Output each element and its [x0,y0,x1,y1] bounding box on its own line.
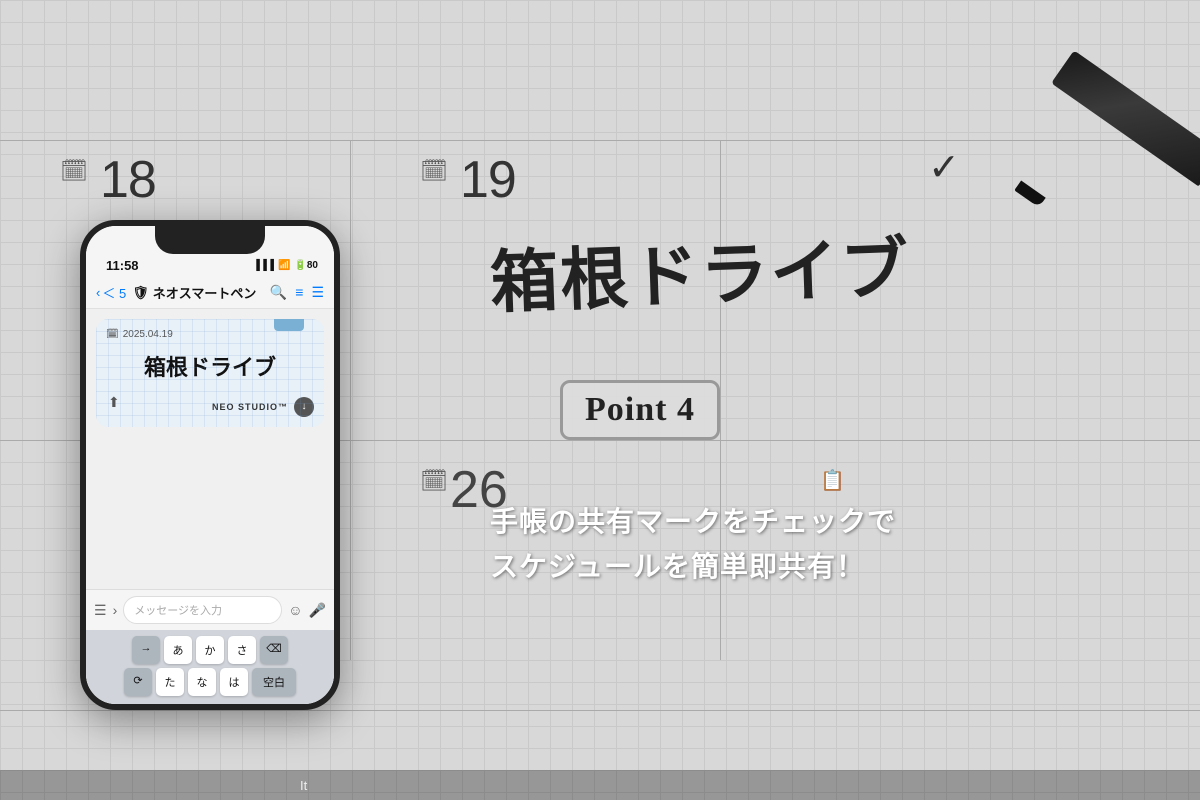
note-card: 🗓 2025.04.19 箱根ドライブ ⬆ NEO STUDIO™ ↓ [96,319,324,427]
bottom-text-label: It [300,778,307,793]
kb-key-a[interactable]: あ [164,636,192,664]
cal-icon-18: 🗓 [60,158,88,184]
mic-icon[interactable]: 🎤 [309,602,326,619]
keyboard: → あ か さ ⌫ ⟳ た な は 空白 [86,630,334,704]
arrow-icon[interactable]: › [113,602,118,618]
kb-key-sa[interactable]: さ [228,636,256,664]
emoji-icon[interactable]: ☺ [288,602,302,618]
wifi-icon: 📶 [278,260,290,271]
kb-key-undo[interactable]: ⟳ [124,668,152,696]
menu-icon[interactable]: ☰ [311,284,324,301]
phone-screen: 11:58 ▐▐▐ 📶 🔋80 ‹ ＜ 5 🛡 ネオスマートペン [86,226,334,704]
phone-notch [155,226,265,254]
cal-date-18: 18 [100,150,156,210]
kb-key-ta[interactable]: た [156,668,184,696]
point-badge: Point 4 [560,380,720,440]
signal-icon: ▐▐▐ [253,260,274,271]
phone-mockup: 11:58 ▐▐▐ 📶 🔋80 ‹ ＜ 5 🛡 ネオスマートペン [80,220,340,710]
status-time: 11:58 [106,258,139,273]
app-nav: ‹ ＜ 5 🛡 ネオスマートペン 🔍 ≡ ☰ [86,277,334,309]
kb-row-2: ⟳ た な は 空白 [90,668,330,696]
note-card-footer: NEO STUDIO™ ↓ [106,397,314,417]
description-line2: スケジュールを簡単即共有！ [490,545,896,590]
calendar-icon-note: 🗓 [106,329,119,340]
pen-tip [1014,180,1045,207]
note-tab [274,319,304,331]
nav-back[interactable]: ‹ ＜ 5 [96,283,126,302]
handwritten-text-large: 箱根ドライブ [488,213,911,327]
cal-date-19: 19 [460,150,516,210]
description-line1: 手帳の共有マークをチェックで [490,500,896,545]
search-icon[interactable]: 🔍 [270,284,287,301]
menu-input-icon[interactable]: ☰ [94,602,107,619]
share-icon[interactable]: ⬆ [108,394,120,411]
kb-key-ka[interactable]: か [196,636,224,664]
pen-element [980,130,1200,290]
list-icon[interactable]: ≡ [295,284,303,301]
cal-line-bot [0,710,1200,711]
msg-content: 🗓 2025.04.19 箱根ドライブ ⬆ NEO STUDIO™ ↓ [86,309,334,589]
back-icon: ‹ [96,285,100,300]
download-button[interactable]: ↓ [294,397,314,417]
cal-icon-19: 🗓 [420,158,448,184]
description-text: 手帳の共有マークをチェックで スケジュールを簡単即共有！ [490,500,896,590]
note-handwriting: 箱根ドライブ [106,344,314,391]
shield-icon: 🛡 [132,285,149,301]
nav-icons[interactable]: 🔍 ≡ ☰ [270,284,324,301]
nav-title: 🛡 ネオスマートペン [132,283,264,302]
battery-icon: 🔋80 [294,260,318,271]
kb-key-space[interactable]: 空白 [252,668,296,696]
kb-key-na[interactable]: な [188,668,216,696]
kb-key-arrow-right[interactable]: → [132,636,160,664]
kb-key-ha[interactable]: は [220,668,248,696]
cal-line-v1 [350,140,351,660]
status-icons: ▐▐▐ 📶 🔋80 [253,260,318,271]
kb-row-1: → あ か さ ⌫ [90,636,330,664]
cal-icon-right: 📋 [820,468,845,493]
cal-icon-26: 🗓 [420,468,448,494]
message-input[interactable]: メッセージを入力 [123,596,282,624]
checkmark: ✓ [928,145,960,190]
kb-key-backspace[interactable]: ⌫ [260,636,288,664]
background-planner: 🗓 18 🗓 19 ✓ 箱根ドライブ 🗓 26 📋 Point 4 手帳の共有マ… [0,0,1200,800]
bottom-text-bar: It [0,770,1200,800]
msg-input-bar: ☰ › メッセージを入力 ☺ 🎤 [86,589,334,630]
neo-logo: NEO STUDIO™ [212,402,288,412]
